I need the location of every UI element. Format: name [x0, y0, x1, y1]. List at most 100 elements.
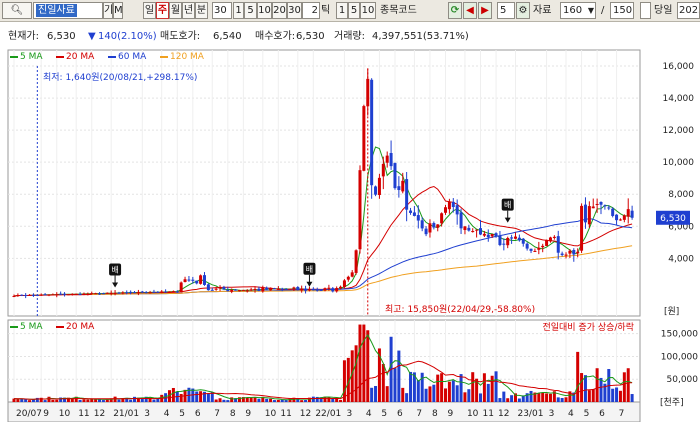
x-tick-label: 12 — [498, 409, 509, 419]
volume-bar — [156, 398, 160, 402]
x-tick-label: 8 — [230, 409, 236, 419]
volume-bar — [409, 371, 413, 402]
volume-bar — [615, 387, 619, 402]
volume-bar — [381, 363, 385, 402]
volume-bar — [78, 399, 82, 402]
volume-bar — [506, 398, 510, 402]
volume-bar — [249, 397, 253, 402]
x-tick-label: 7 — [416, 409, 422, 419]
volume-bar — [401, 387, 405, 402]
x-tick-label: 3 — [549, 409, 555, 419]
x-tick-label: 7 — [619, 409, 625, 419]
volume-bar — [440, 373, 444, 402]
candle — [241, 289, 245, 291]
volume-bar — [428, 386, 432, 402]
volume-bar — [529, 390, 533, 402]
volume-bar — [498, 398, 502, 402]
volume-bar — [630, 394, 634, 402]
x-tick-label: 4 — [164, 409, 170, 419]
volume-bar — [129, 399, 133, 402]
volume-bar — [300, 400, 304, 402]
volume-bar — [55, 399, 59, 402]
volume-bar — [618, 390, 622, 402]
current-price-tag: 6,530 — [656, 210, 690, 225]
volume-bar — [560, 397, 564, 402]
volume-bar — [133, 396, 137, 402]
candle — [179, 281, 183, 293]
x-tick-label: 6 — [195, 409, 201, 419]
volume-bar — [101, 400, 105, 402]
x-tick-label: 23/01 — [517, 409, 543, 419]
volume-bar — [366, 330, 370, 402]
volume-bar — [591, 388, 595, 402]
volume-bar — [580, 373, 584, 402]
volume-bar — [257, 398, 261, 402]
volume-bar — [117, 399, 121, 402]
volume-bar — [222, 399, 226, 402]
volume-bar — [16, 399, 20, 402]
x-tick-label: 22/01 — [315, 409, 341, 419]
volume-bar — [482, 373, 486, 402]
volume-bar — [611, 388, 615, 402]
volume-bar — [494, 371, 498, 402]
candle — [206, 283, 210, 291]
volume-bar — [490, 375, 494, 402]
price-legend-item: 20 MA — [56, 51, 94, 63]
candle — [199, 274, 203, 285]
volume-bar — [416, 380, 420, 402]
candle — [288, 288, 292, 290]
volume-bar — [245, 397, 249, 402]
volume-bar — [199, 391, 203, 402]
volume-bar — [467, 389, 471, 402]
x-tick-label: 12 — [300, 409, 311, 419]
volume-bar — [447, 381, 451, 402]
volume-bar — [444, 388, 448, 402]
svg-text:배: 배 — [306, 265, 313, 274]
volume-bar — [583, 375, 587, 402]
volume-bar — [171, 387, 175, 402]
price-legend-item: 120 MA — [160, 51, 204, 63]
x-tick-label: 8 — [432, 409, 438, 419]
x-tick-label: 10 — [265, 409, 277, 419]
candle — [269, 287, 273, 291]
volume-bar — [405, 393, 409, 402]
candle — [168, 291, 171, 293]
x-tick-label: 9 — [448, 409, 454, 419]
candle — [66, 294, 70, 296]
volume-tick-label: 150,000 — [661, 330, 698, 340]
price-tick-label: 10,000 — [663, 158, 695, 168]
x-tick-label: 11 — [78, 409, 89, 419]
price-legend-item: 60 MA — [108, 51, 146, 63]
volume-bar — [152, 399, 156, 402]
x-tick-label: 10 — [467, 409, 479, 419]
x-tick-label: 9 — [245, 409, 251, 419]
volume-bar — [230, 397, 234, 402]
price-tick-label: 12,000 — [663, 126, 695, 136]
candle — [545, 239, 549, 247]
x-tick-label: 9 — [43, 409, 49, 419]
volume-bar — [179, 393, 183, 402]
x-tick-label: 3 — [346, 409, 352, 419]
volume-bar — [541, 392, 545, 402]
x-tick-label: 7 — [214, 409, 220, 419]
price-panel — [7, 49, 641, 317]
candle — [580, 203, 584, 253]
volume-bar — [304, 400, 308, 402]
volume-bar — [226, 400, 230, 402]
price-legend-item: 5 MA — [10, 51, 43, 63]
candle — [358, 165, 362, 254]
candle — [342, 279, 346, 289]
volume-legend-item: 5 MA — [10, 321, 43, 333]
candle — [374, 185, 378, 197]
volume-bar — [393, 368, 397, 402]
volume-bar — [463, 392, 467, 402]
volume-bar — [576, 351, 580, 402]
x-tick-label: 21/01 — [113, 409, 139, 419]
volume-bar — [354, 345, 358, 402]
candle — [611, 207, 615, 218]
volume-tick-label: 100,000 — [661, 352, 698, 362]
volume-bar — [459, 374, 463, 402]
stock-chart[interactable]: 16,00014,00012,00010,0008,0006,0004,0001… — [0, 0, 700, 422]
x-tick-label: 20/07 — [16, 409, 42, 419]
candle — [393, 162, 397, 190]
